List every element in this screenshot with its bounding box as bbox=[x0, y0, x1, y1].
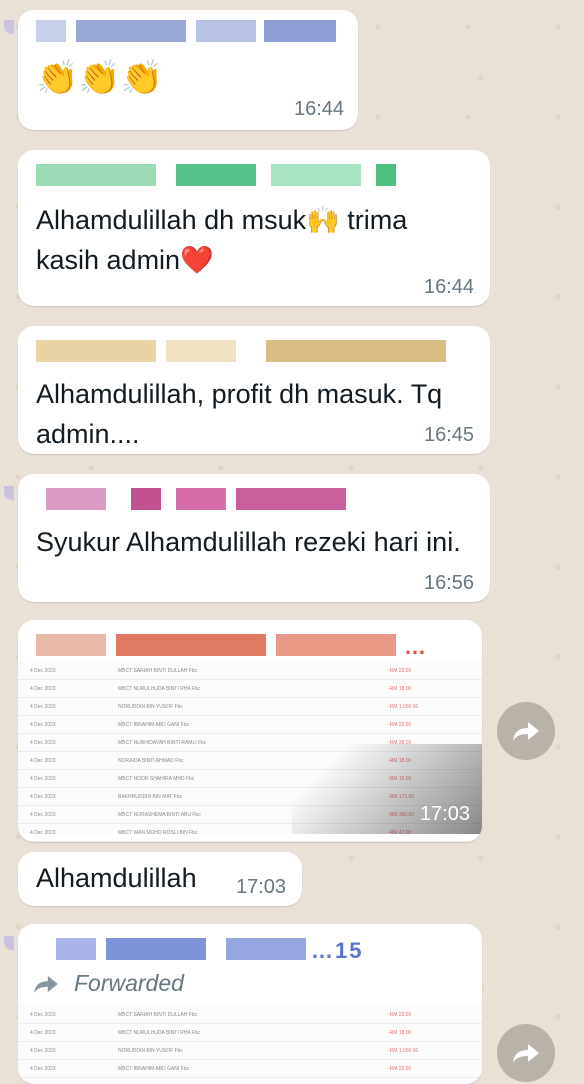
table-row: 4 Dec 2023 MBCT SARIAH BINTI DULLAH Fbc -R… bbox=[18, 1006, 482, 1024]
table-cell-amount: -RM 22.00 bbox=[388, 668, 412, 674]
table-cell-name: MBCT WAN MOHD ROSLI BIN Fbc bbox=[118, 830, 198, 836]
table-row: 4 Dec 2023 NORUDDIN BIN YUSOF Fbc -RM 1,05… bbox=[18, 1042, 482, 1060]
table-cell-amount: -RM 18.00 bbox=[388, 1030, 412, 1036]
image-message-bubble[interactable]: …JOH... 4 Dec 2023 MBCT SARIAH BINTI DULL… bbox=[18, 620, 482, 842]
forward-button[interactable] bbox=[497, 1024, 555, 1082]
message-time: 16:56 bbox=[424, 572, 475, 594]
table-cell-name: MBCT NOOR SHAHIRA MHD Fbc bbox=[118, 776, 195, 782]
table-cell-name: NORUDDIN BIN YUSOF Fbc bbox=[118, 1048, 183, 1054]
table-cell-name: BAKHRUDDIN BIN MAT Fbc bbox=[118, 794, 182, 800]
table-cell-name: MBCT NORASHEMA BINTI ABU Fbc bbox=[118, 812, 201, 818]
table-cell-date: 4 Dec 2023 bbox=[30, 704, 56, 710]
table-cell-date: 4 Dec 2023 bbox=[30, 722, 56, 728]
table-cell-date: 4 Dec 2023 bbox=[30, 794, 56, 800]
forward-button[interactable] bbox=[497, 702, 555, 760]
table-cell-date: 4 Dec 2023 bbox=[30, 1012, 56, 1018]
table-row: 4 Dec 2023 MBCT NURULHUDA BINTI RHA Fbc -R… bbox=[18, 680, 482, 698]
sender-name-redacted bbox=[36, 340, 456, 362]
sender-name-redacted bbox=[36, 164, 396, 186]
message-text: Alhamdulillah, profit dh masuk. Tq admin… bbox=[36, 379, 443, 449]
table-cell-amount: -RM 18.00 bbox=[388, 686, 412, 692]
sender-name-redacted: …JOH... bbox=[36, 634, 466, 656]
heart-emoji-icon: ❤️ bbox=[180, 245, 214, 275]
table-cell-amount: -RM 1,050.00 bbox=[388, 704, 419, 710]
message-bubble[interactable]: 👏👏👏 16:44 bbox=[18, 10, 358, 130]
message-text: 👏👏👏 bbox=[36, 59, 164, 97]
message-text: Syukur Alhamdulillah rezeki hari ini. bbox=[36, 527, 461, 557]
transaction-screenshot-image[interactable]: 4 Dec 2023 MBCT SARIAH BINTI DULLAH Fbc -R… bbox=[18, 662, 482, 842]
table-row: 4 Dec 2023 MBCT NURULHUDA BINTI RHA Fbc -R… bbox=[18, 1024, 482, 1042]
table-cell-name: MBCT IBRAHIM ABD GANI Fbc bbox=[118, 1066, 190, 1072]
table-cell-date: 4 Dec 2023 bbox=[30, 1030, 56, 1036]
table-cell-date: 4 Dec 2023 bbox=[30, 668, 56, 674]
table-cell-date: 4 Dec 2023 bbox=[30, 1048, 56, 1054]
sender-name-redacted: …15 bbox=[36, 938, 366, 960]
table-cell-name: MBCT NURULHUDA BINTI RHA Fbc bbox=[118, 1030, 201, 1036]
message-bubble[interactable]: Alhamdulillah dh msuk🙌 trima kasih admin… bbox=[18, 150, 490, 306]
table-cell-name: MBCT NURHIDAYAH BINTI RAMLI Fbc bbox=[118, 740, 207, 746]
message-text: Alhamdulillah dh msuk🙌 trima kasih admin… bbox=[36, 205, 408, 275]
table-cell-date: 4 Dec 2023 bbox=[30, 776, 56, 782]
transaction-table: 4 Dec 2023 MBCT SARIAH BINTI DULLAH Fbc -R… bbox=[18, 1006, 482, 1078]
table-cell-amount: -RM 22.00 bbox=[388, 722, 412, 728]
table-cell-name: MBCT NURULHUDA BINTI RHA Fbc bbox=[118, 686, 201, 692]
table-cell-date: 4 Dec 2023 bbox=[30, 758, 56, 764]
message-time: 16:44 bbox=[294, 98, 345, 120]
message-text: Alhamdulillah bbox=[36, 863, 197, 893]
table-cell-name: NORUDDIN BIN YUSOF Fbc bbox=[118, 704, 183, 710]
table-cell-name: MBCT SARIAH BINTI DULLAH Fbc bbox=[118, 668, 198, 674]
forward-arrow-icon bbox=[513, 1044, 539, 1063]
table-cell-name: MBCT SARIAH BINTI DULLAH Fbc bbox=[118, 1012, 198, 1018]
forwarded-label: Forwarded bbox=[74, 970, 184, 996]
table-row: 4 Dec 2023 NORUDDIN BIN YUSOF Fbc -RM 1,05… bbox=[18, 698, 482, 716]
table-row: 4 Dec 2023 MBCT IBRAHIM ABD GANI Fbc -RM 2… bbox=[18, 1060, 482, 1078]
table-row: 4 Dec 2023 MBCT IBRAHIM ABD GANI Fbc -RM 2… bbox=[18, 716, 482, 734]
transaction-screenshot-image[interactable]: 4 Dec 2023 MBCT SARIAH BINTI DULLAH Fbc -R… bbox=[18, 1006, 482, 1084]
sender-name-fragment: …15 bbox=[311, 938, 364, 960]
table-cell-date: 4 Dec 2023 bbox=[30, 1066, 56, 1072]
message-bubble[interactable]: Alhamdulillah, profit dh masuk. Tq admin… bbox=[18, 326, 490, 454]
table-cell-date: 4 Dec 2023 bbox=[30, 830, 56, 836]
table-row: 4 Dec 2023 MBCT SARIAH BINTI DULLAH Fbc -R… bbox=[18, 662, 482, 680]
forwarded-image-bubble[interactable]: …15 Forwarded 4 Dec 2023 MBCT SARIAH BINT… bbox=[18, 924, 482, 1084]
message-time: 17:03 bbox=[236, 876, 287, 898]
table-cell-amount: -RM 1,050.00 bbox=[388, 1048, 419, 1054]
message-time: 16:45 bbox=[424, 424, 475, 446]
table-cell-date: 4 Dec 2023 bbox=[30, 740, 56, 746]
table-cell-name: MBCT IBRAHIM ABD GANI Fbc bbox=[118, 722, 190, 728]
forwarded-arrow-icon bbox=[34, 975, 58, 994]
message-time: 17:03 bbox=[419, 803, 470, 825]
forward-arrow-icon bbox=[513, 722, 539, 741]
message-bubble[interactable]: Alhamdulillah 17:03 bbox=[18, 852, 302, 906]
table-cell-name: NORAIDA BINTI AHMAD Fbc bbox=[118, 758, 184, 764]
message-time: 16:44 bbox=[424, 276, 475, 298]
sender-name-fragment: …JOH... bbox=[404, 634, 427, 656]
message-bubble[interactable]: Syukur Alhamdulillah rezeki hari ini. 16… bbox=[18, 474, 490, 602]
table-cell-amount: -RM 22.00 bbox=[388, 1066, 412, 1072]
table-cell-date: 4 Dec 2023 bbox=[30, 686, 56, 692]
table-cell-amount: -RM 22.00 bbox=[388, 1012, 412, 1018]
sender-name-redacted bbox=[36, 20, 336, 42]
sender-name-redacted bbox=[36, 488, 356, 510]
table-cell-date: 4 Dec 2023 bbox=[30, 812, 56, 818]
